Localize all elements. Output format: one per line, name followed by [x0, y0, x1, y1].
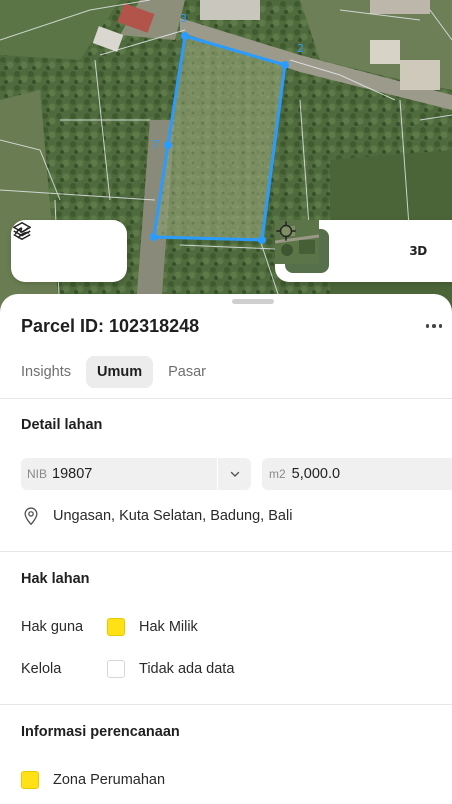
section-title-rights: Hak lahan: [21, 571, 90, 587]
map-view-panel: 3D: [275, 220, 452, 282]
rights-value: Tidak ada data: [139, 661, 235, 677]
more-button[interactable]: [420, 316, 448, 336]
divider: [0, 551, 452, 552]
zone-label: Zona Perumahan: [53, 772, 166, 788]
nib-label: NIB: [27, 467, 48, 481]
tab-insights[interactable]: Insights: [10, 356, 82, 388]
nib-field[interactable]: NIB 19807: [21, 458, 251, 490]
location-row: Ungasan, Kuta Selatan, Badung, Bali: [21, 506, 292, 526]
view-3d-label: 3D: [409, 244, 427, 258]
zone-color-swatch: [21, 771, 39, 789]
rights-row-hak-guna: Hak guna Hak Milik: [21, 618, 198, 636]
more-icon: [425, 324, 430, 328]
location-pin-icon: [24, 507, 38, 526]
chevron-down-icon: [230, 471, 239, 477]
parcel-title: Parcel ID: 102318248: [21, 316, 200, 336]
locate-button[interactable]: [276, 221, 389, 273]
section-title-detail: Detail lahan: [21, 417, 103, 433]
divider: [0, 704, 452, 705]
parcel-vertex-label: 7: [152, 138, 159, 151]
map-tools-panel: [11, 220, 127, 282]
parcel-sheet: Parcel ID: 102318248 Insights Umum Pasar…: [0, 294, 452, 804]
zone-row: Zona Perumahan: [21, 771, 165, 789]
color-swatch: [107, 660, 125, 678]
parcel-vertex-label: 2: [297, 42, 304, 55]
area-unit-label: m2: [269, 467, 286, 481]
location-text: Ungasan, Kuta Selatan, Badung, Bali: [53, 508, 293, 524]
crosshair-icon: [276, 221, 296, 241]
color-swatch: [107, 618, 125, 636]
sheet-drag-handle[interactable]: [232, 299, 274, 304]
section-title-planning: Informasi perencanaan: [21, 724, 180, 740]
parcel-vertex-label: 3: [180, 12, 187, 25]
nib-dropdown-button[interactable]: [217, 458, 251, 490]
area-value: 5,000.0: [291, 466, 341, 482]
draw-icon: [14, 227, 30, 239]
rights-row-kelola: Kelola Tidak ada data: [21, 660, 234, 678]
tab-bar: Insights Umum Pasar: [10, 356, 217, 388]
nib-value: 19807: [52, 466, 93, 482]
draw-button[interactable]: [14, 227, 115, 273]
rights-key: Hak guna: [21, 619, 84, 635]
view-3d-button[interactable]: 3D: [395, 229, 441, 273]
rights-value: Hak Milik: [139, 619, 198, 635]
area-field[interactable]: m2 5,000.0: [262, 458, 452, 490]
tab-pasar[interactable]: Pasar: [157, 356, 217, 388]
tab-umum[interactable]: Umum: [85, 356, 154, 388]
divider: [0, 398, 452, 399]
rights-key: Kelola: [21, 661, 62, 677]
map-view[interactable]: 3 2 7 3D: [0, 0, 452, 320]
